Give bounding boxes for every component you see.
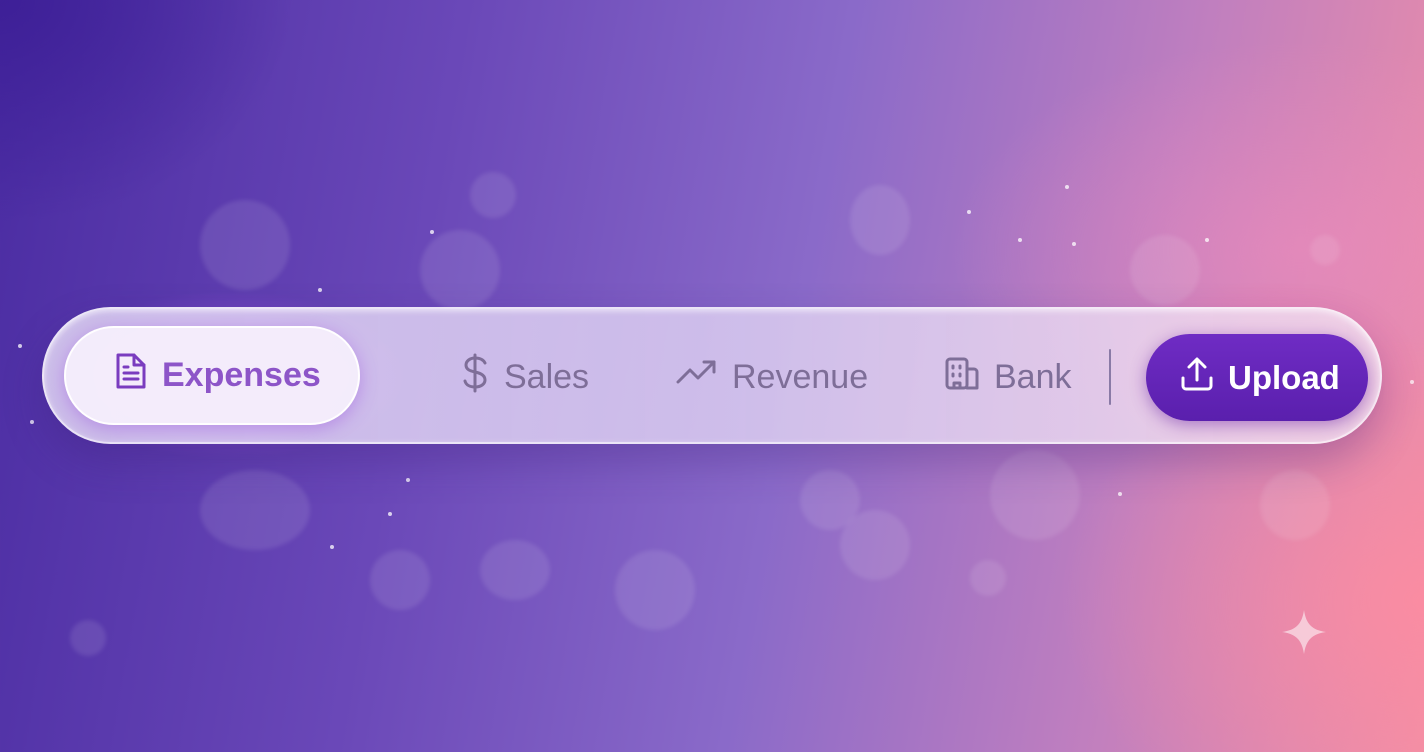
bokeh-light (370, 550, 430, 610)
tab-sales[interactable]: Sales (460, 347, 589, 407)
trending-up-icon (676, 358, 718, 397)
tab-bank[interactable]: Bank (944, 347, 1072, 407)
sparkle-icon (1280, 608, 1328, 656)
bokeh-light (420, 230, 500, 310)
bokeh-light (850, 185, 910, 255)
sparkle-dot (1065, 185, 1069, 189)
sparkle-dot (1072, 242, 1076, 246)
tab-revenue-label: Revenue (732, 357, 869, 396)
sparkle-dot (1205, 238, 1209, 242)
tab-expenses[interactable]: Expenses (64, 326, 360, 425)
bokeh-light (1260, 470, 1330, 540)
tab-revenue[interactable]: Revenue (676, 347, 868, 407)
building-icon (944, 355, 980, 400)
tab-expenses-label: Expenses (162, 356, 321, 394)
bokeh-light (200, 200, 290, 290)
sparkle-dot (318, 288, 322, 292)
sparkle-dot (18, 344, 22, 348)
toolbar-divider (1109, 349, 1111, 405)
navigation-toolbar: Expenses Sales Revenue Bank Upload (42, 307, 1382, 444)
sparkle-dot (406, 478, 410, 482)
bokeh-light (990, 450, 1080, 540)
sparkle-dot (330, 545, 334, 549)
bokeh-light (470, 172, 516, 218)
bokeh-light (1310, 235, 1340, 265)
dollar-icon (460, 353, 490, 402)
sparkle-dot (430, 230, 434, 234)
sparkle-dot (1118, 492, 1122, 496)
tab-bank-label: Bank (994, 357, 1072, 396)
upload-button[interactable]: Upload (1146, 334, 1368, 421)
sparkle-dot (967, 210, 971, 214)
upload-button-label: Upload (1228, 358, 1340, 396)
sparkle-dot (388, 512, 392, 516)
document-icon (114, 351, 148, 400)
bokeh-light (970, 560, 1006, 596)
bokeh-light (70, 620, 106, 656)
sparkle-dot (1018, 238, 1022, 242)
bokeh-light (840, 510, 910, 580)
bokeh-light (615, 550, 695, 630)
sparkle-dot (30, 420, 34, 424)
tab-sales-label: Sales (504, 357, 590, 396)
upload-icon (1180, 356, 1214, 400)
bokeh-light (480, 540, 550, 600)
bokeh-light (200, 470, 310, 550)
